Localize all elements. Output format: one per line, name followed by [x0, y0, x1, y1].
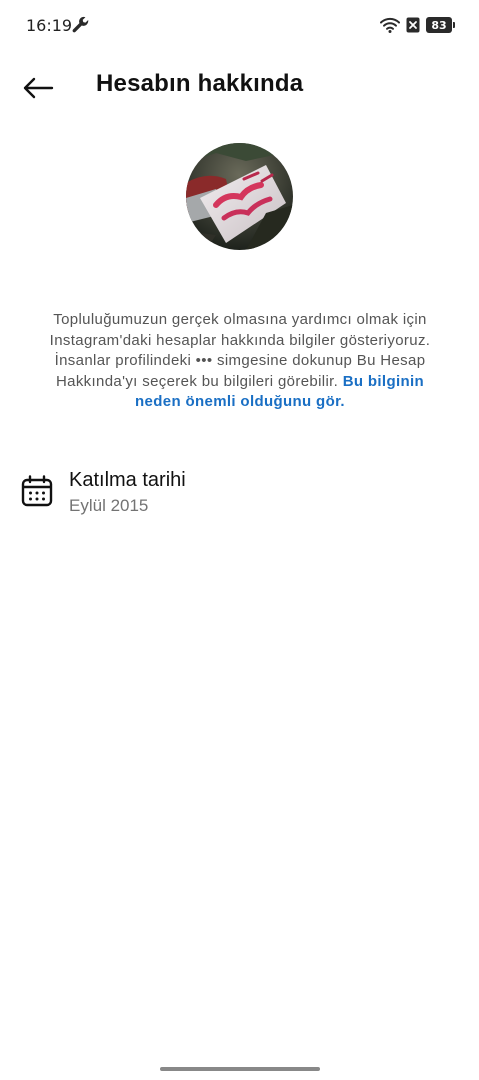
- joined-date-row: Katılma tarihi Eylül 2015: [20, 466, 460, 522]
- calendar-icon: [21, 475, 53, 507]
- page-title: Hesabın hakkında: [96, 70, 304, 97]
- back-button[interactable]: [20, 70, 56, 106]
- profile-avatar: [186, 143, 293, 250]
- home-indicator[interactable]: [160, 1067, 320, 1071]
- joined-value: Eylül 2015: [69, 496, 149, 515]
- joined-label: Katılma tarihi: [69, 469, 186, 491]
- wrench-icon: [72, 16, 89, 33]
- info-description: Topluluğumuzun gerçek olmasına yardımcı …: [38, 310, 442, 413]
- status-icons: 83: [380, 15, 455, 35]
- status-time: 16:19: [26, 16, 73, 35]
- battery-level: 83: [426, 17, 452, 33]
- avatar-image: [186, 143, 293, 250]
- status-bar: 16:19 83: [0, 0, 479, 50]
- arrow-left-icon: [23, 77, 54, 99]
- sim-off-icon: [406, 17, 420, 33]
- battery-icon: 83: [426, 17, 455, 33]
- wifi-icon: [380, 17, 400, 33]
